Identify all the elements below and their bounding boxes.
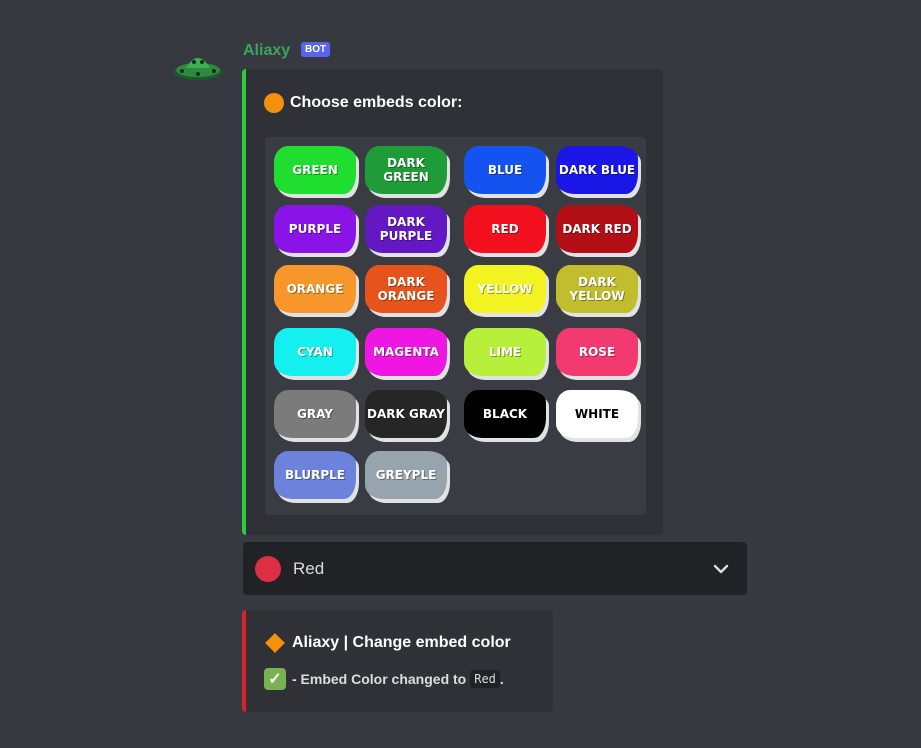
swatch-lime: LIME xyxy=(464,328,546,376)
swatch-dark-blue: DARK BLUE xyxy=(556,146,638,194)
orange-circle-icon xyxy=(264,93,284,113)
swatch-orange: ORANGE xyxy=(274,265,356,313)
red-circle-icon xyxy=(255,555,281,582)
swatch-dark-green: DARK GREEN xyxy=(365,146,447,194)
swatch-black: BLACK xyxy=(464,390,546,438)
swatch-dark-yellow: DARK YELLOW xyxy=(556,265,638,313)
swatch-yellow: YELLOW xyxy=(464,265,546,313)
swatch-blue: BLUE xyxy=(464,146,546,194)
swatch-gray: GRAY xyxy=(274,390,356,438)
swatch-white: WHITE xyxy=(556,390,638,438)
swatch-dark-orange: DARK ORANGE xyxy=(365,265,447,313)
white-check-mark-icon: ✓ xyxy=(264,668,286,690)
color-select-dropdown[interactable]: Red xyxy=(243,542,747,595)
swatch-red: RED xyxy=(464,205,546,253)
swatch-blurple: BLURPLE xyxy=(274,451,356,499)
dropdown-selected-value: Red xyxy=(293,558,325,578)
color-chooser-embed: Choose embeds color: GREEN DARK GREEN BLUE… xyxy=(242,69,663,535)
swatch-dark-purple: DARK PURPLE xyxy=(365,205,447,253)
bot-avatar[interactable] xyxy=(172,46,224,82)
bot-badge: BOT xyxy=(301,42,331,57)
swatch-cyan: CYAN xyxy=(274,328,356,376)
swatch-rose: ROSE xyxy=(556,328,638,376)
embed-title-text: Aliaxy | Change embed color xyxy=(292,634,511,651)
embed-title: Choose embeds color: xyxy=(264,93,462,113)
description-suffix: . xyxy=(499,671,504,687)
confirmation-embed: Aliaxy | Change embed color ✓ - Embed Co… xyxy=(242,610,553,712)
embed-title-text: Choose embeds color: xyxy=(290,94,463,111)
chevron-down-icon[interactable] xyxy=(713,561,729,577)
username[interactable]: Aliaxy xyxy=(243,42,290,60)
swatch-purple: PURPLE xyxy=(274,205,356,253)
orange-diamond-icon xyxy=(265,633,285,653)
description-text: - Embed Color changed to xyxy=(292,671,467,687)
inline-code: Red xyxy=(470,670,500,688)
swatch-magenta: MAGENTA xyxy=(365,328,447,376)
color-palette-image: GREEN DARK GREEN BLUE DARK BLUE PURPLE DARK P… xyxy=(265,137,646,515)
embed-title: Aliaxy | Change embed color xyxy=(264,633,511,653)
swatch-dark-red: DARK RED xyxy=(556,205,638,253)
swatch-dark-gray: DARK GRAY xyxy=(365,390,447,438)
embed-description: ✓ - Embed Color changed to Red . xyxy=(264,668,504,690)
swatch-green: GREEN xyxy=(274,146,356,194)
swatch-greyple: GREYPLE xyxy=(365,451,447,499)
